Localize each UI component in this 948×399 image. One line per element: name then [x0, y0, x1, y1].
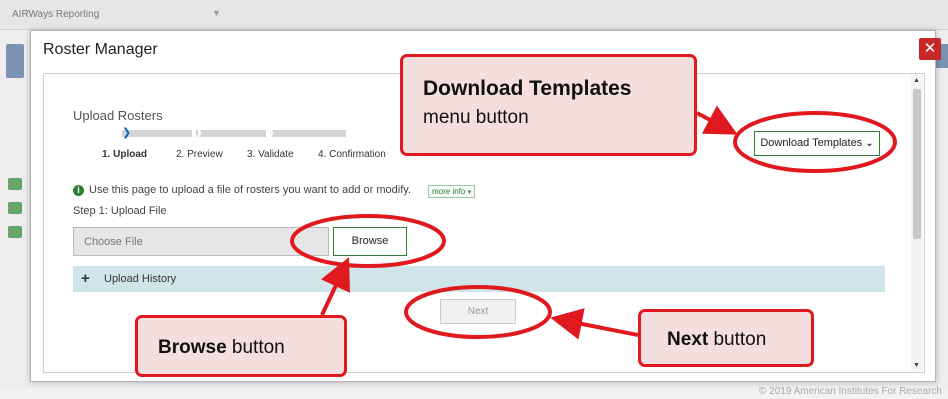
highlight-ellipse-browse [290, 214, 446, 268]
arrow-download [696, 105, 738, 135]
annotation-overlay [290, 105, 897, 340]
highlight-ellipse-download [733, 111, 897, 173]
arrow-browse [320, 257, 351, 316]
arrow-next [550, 308, 639, 340]
highlight-ellipse-next [404, 285, 552, 339]
